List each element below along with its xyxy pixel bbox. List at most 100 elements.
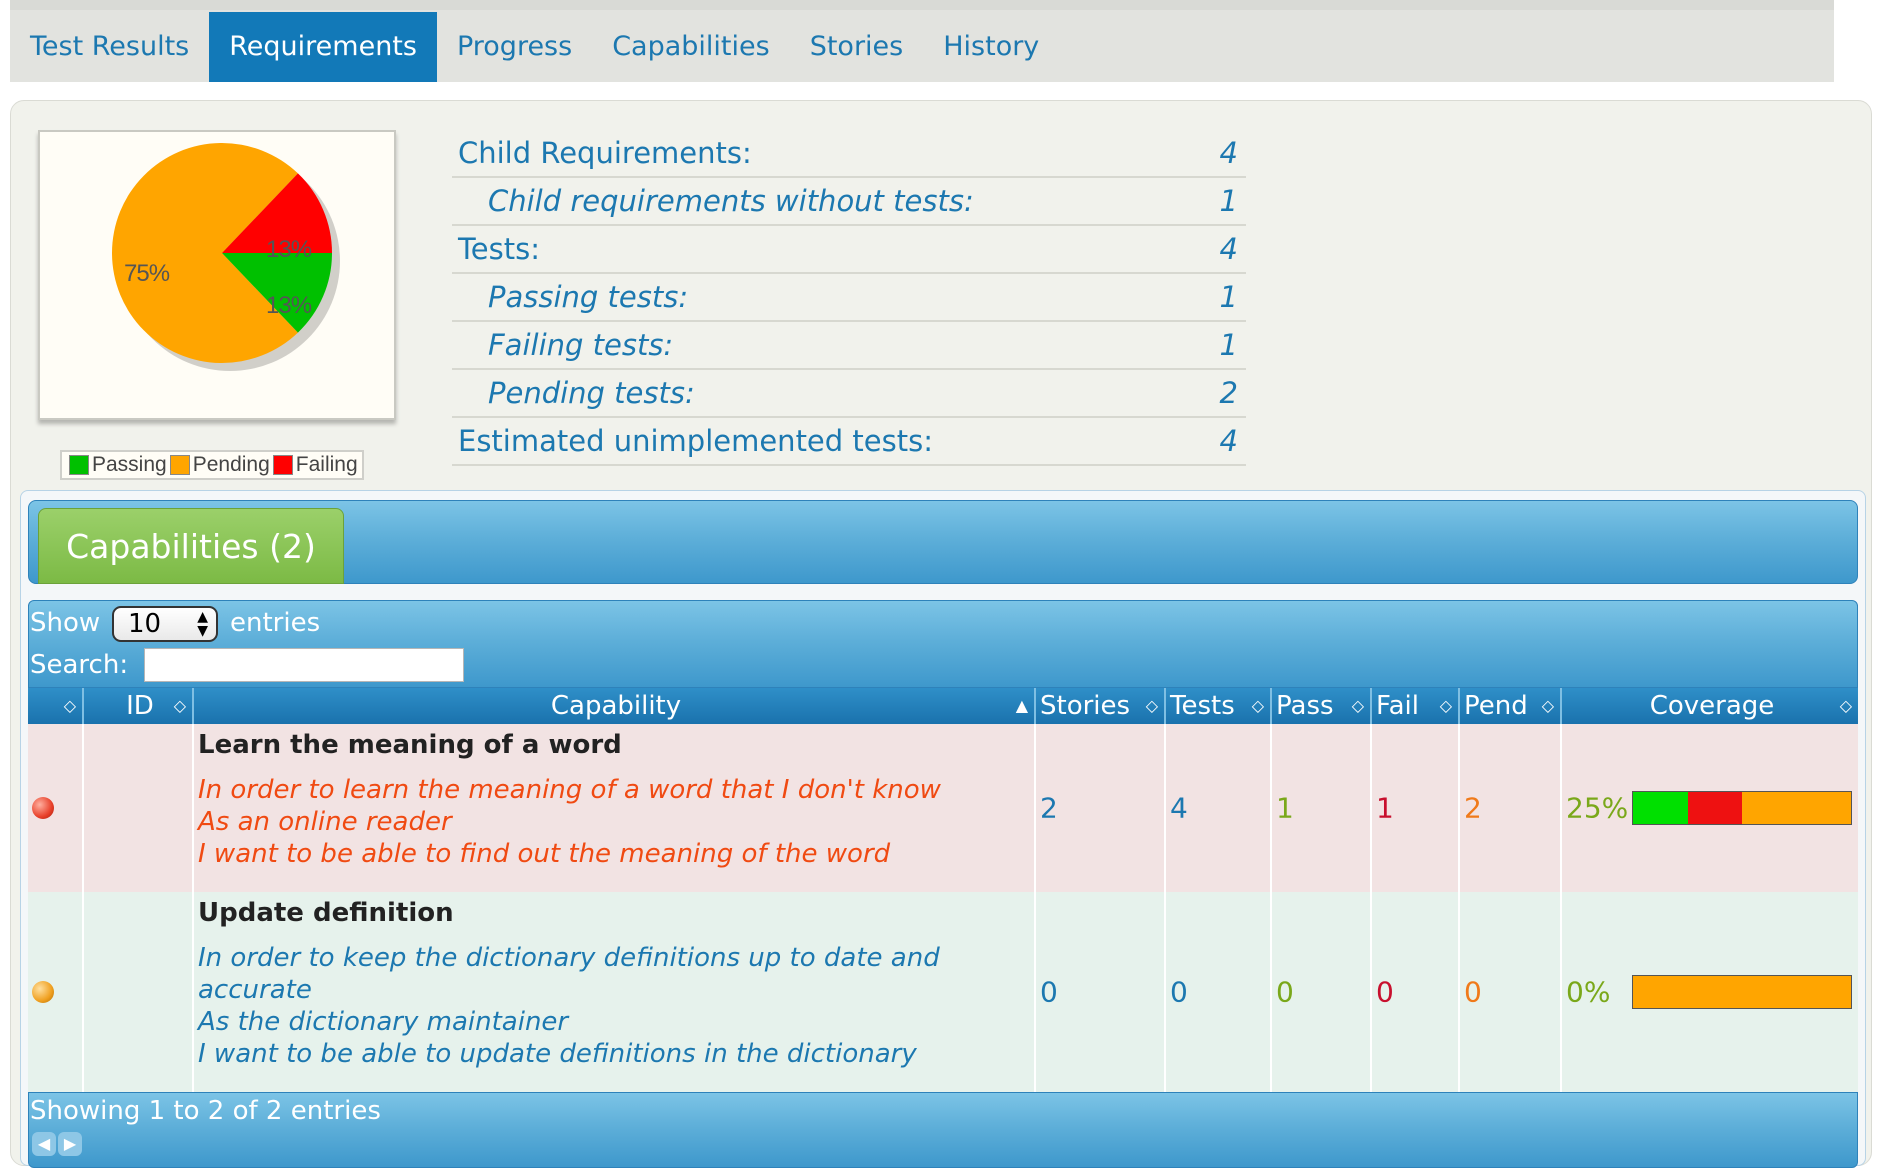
- table-row[interactable]: Update definition In order to keep the d…: [28, 892, 1858, 1092]
- col-header-pass[interactable]: Pass ◇: [1272, 688, 1372, 724]
- tab-capabilities[interactable]: Capabilities: [592, 12, 790, 82]
- tab-test-results[interactable]: Test Results: [10, 12, 209, 82]
- failure-status-icon: [32, 797, 54, 819]
- legend-label-passing: Passing: [92, 453, 167, 476]
- coverage-bar-fail: [1687, 792, 1742, 824]
- capability-title[interactable]: Learn the meaning of a word: [198, 730, 1034, 760]
- stat-value: 1: [1219, 328, 1238, 362]
- tests-cell: 0: [1166, 892, 1272, 1092]
- tab-history[interactable]: History: [923, 12, 1059, 82]
- sort-icon: ◇: [173, 696, 186, 715]
- legend-swatch-pending: [169, 455, 190, 475]
- stories-count: 2: [1040, 791, 1058, 825]
- stat-label: Estimated unimplemented tests:: [458, 424, 933, 458]
- col-header-id[interactable]: ID ◇: [84, 688, 194, 724]
- stat-row-pending: Pending tests: 2: [452, 370, 1246, 418]
- narrative-line: As the dictionary maintainer: [198, 1007, 569, 1037]
- tests-count: 4: [1170, 791, 1188, 825]
- sort-icon: ◇: [1351, 696, 1364, 715]
- show-label: Show: [30, 608, 101, 638]
- previous-page-icon[interactable]: ◀: [32, 1132, 56, 1156]
- stat-label: Child Requirements:: [458, 136, 752, 170]
- status-cell: [28, 892, 84, 1092]
- coverage-percent: 25%: [1566, 791, 1629, 825]
- legend-label-failing: Failing: [295, 453, 358, 476]
- stat-value: 4: [1219, 232, 1238, 266]
- pending-status-icon: [32, 981, 54, 1003]
- fail-cell: 0: [1372, 892, 1460, 1092]
- legend-swatch-passing: [69, 455, 89, 475]
- stat-value: 2: [1219, 376, 1238, 410]
- sort-icon: ◇: [1145, 696, 1158, 715]
- pie-label-pending: 75%: [124, 260, 170, 287]
- coverage-bar-pending: [1742, 792, 1851, 824]
- col-header-tests-label: Tests: [1170, 691, 1235, 721]
- stat-label: Child requirements without tests:: [488, 184, 974, 218]
- pend-cell: 2: [1460, 724, 1562, 892]
- status-cell: [28, 724, 84, 892]
- col-header-pend-label: Pend: [1464, 691, 1528, 721]
- pagination: ◀ ▶: [32, 1132, 82, 1156]
- sort-icon: ◇: [1251, 696, 1264, 715]
- legend-swatch-failing: [272, 455, 293, 475]
- test-result-pie-chart: 75% 13% 13%: [38, 130, 396, 420]
- pie-svg: [112, 143, 340, 371]
- stat-value: 1: [1219, 184, 1238, 218]
- tab-progress[interactable]: Progress: [437, 12, 592, 82]
- stat-label: Passing tests:: [488, 280, 689, 314]
- stat-row-tests: Tests: 4: [452, 226, 1246, 274]
- coverage-bar-pass: [1633, 792, 1688, 824]
- pass-count: 1: [1276, 791, 1294, 825]
- pie-label-failing: 13%: [266, 236, 312, 263]
- capability-cell[interactable]: Learn the meaning of a word In order to …: [194, 724, 1036, 892]
- col-header-pend[interactable]: Pend ◇: [1460, 688, 1562, 724]
- col-header-status[interactable]: ◇: [28, 688, 84, 724]
- col-header-coverage[interactable]: Coverage ◇: [1562, 688, 1858, 724]
- sort-icon: ◇: [63, 696, 76, 715]
- narrative-line: I want to be able to update definitions …: [198, 1039, 917, 1069]
- col-header-tests[interactable]: Tests ◇: [1166, 688, 1272, 724]
- stat-row-unimplemented: Estimated unimplemented tests: 4: [452, 418, 1246, 466]
- stat-row-without-tests: Child requirements without tests: 1: [452, 178, 1246, 226]
- sort-icon: ◇: [1541, 696, 1554, 715]
- capabilities-tab[interactable]: Capabilities (2): [38, 508, 344, 584]
- tab-requirements[interactable]: Requirements: [209, 12, 437, 82]
- pend-cell: 0: [1460, 892, 1562, 1092]
- fail-count: 0: [1376, 975, 1394, 1009]
- next-page-icon[interactable]: ▶: [58, 1132, 82, 1156]
- search-input[interactable]: [144, 648, 464, 682]
- entries-per-page-select[interactable]: 10 ▲ ▼: [112, 606, 218, 642]
- pend-count: 2: [1464, 791, 1482, 825]
- tab-stories[interactable]: Stories: [790, 12, 924, 82]
- sort-asc-icon: ▲: [1015, 696, 1028, 715]
- col-header-pass-label: Pass: [1276, 691, 1334, 721]
- col-header-capability[interactable]: Capability ▲: [194, 688, 1036, 724]
- legend-label-pending: Pending: [192, 453, 270, 476]
- table-header: ◇ ID ◇ Capability ▲ Stories ◇ Tests ◇ Pass ◇ …: [28, 688, 1858, 724]
- fail-count: 1: [1376, 791, 1394, 825]
- col-header-id-label: ID: [126, 691, 154, 721]
- capability-title[interactable]: Update definition: [198, 898, 1034, 928]
- table-row[interactable]: Learn the meaning of a word In order to …: [28, 724, 1858, 892]
- select-arrows-icon: ▲ ▼: [197, 609, 208, 639]
- capability-cell[interactable]: Update definition In order to keep the d…: [194, 892, 1036, 1092]
- tests-count: 0: [1170, 975, 1188, 1009]
- stories-cell: 2: [1036, 724, 1166, 892]
- search-label: Search:: [30, 650, 129, 680]
- pend-count: 0: [1464, 975, 1482, 1009]
- stories-count: 0: [1040, 975, 1058, 1009]
- coverage-percent: 0%: [1566, 975, 1611, 1009]
- pass-cell: 0: [1272, 892, 1372, 1092]
- capability-narrative: In order to learn the meaning of a word …: [198, 774, 1034, 870]
- narrative-line: I want to be able to find out the meanin…: [198, 839, 891, 869]
- entries-value: 10: [128, 609, 162, 639]
- col-header-stories[interactable]: Stories ◇: [1036, 688, 1166, 724]
- coverage-bar-pending: [1633, 976, 1851, 1008]
- coverage-bar: [1632, 791, 1852, 825]
- col-header-fail[interactable]: Fail ◇: [1372, 688, 1460, 724]
- pie-label-passing: 13%: [266, 292, 312, 319]
- coverage-cell: 0%: [1562, 892, 1858, 1092]
- narrative-line: In order to learn the meaning of a word …: [198, 775, 941, 805]
- stat-value: 4: [1219, 136, 1238, 170]
- stat-label: Failing tests:: [488, 328, 674, 362]
